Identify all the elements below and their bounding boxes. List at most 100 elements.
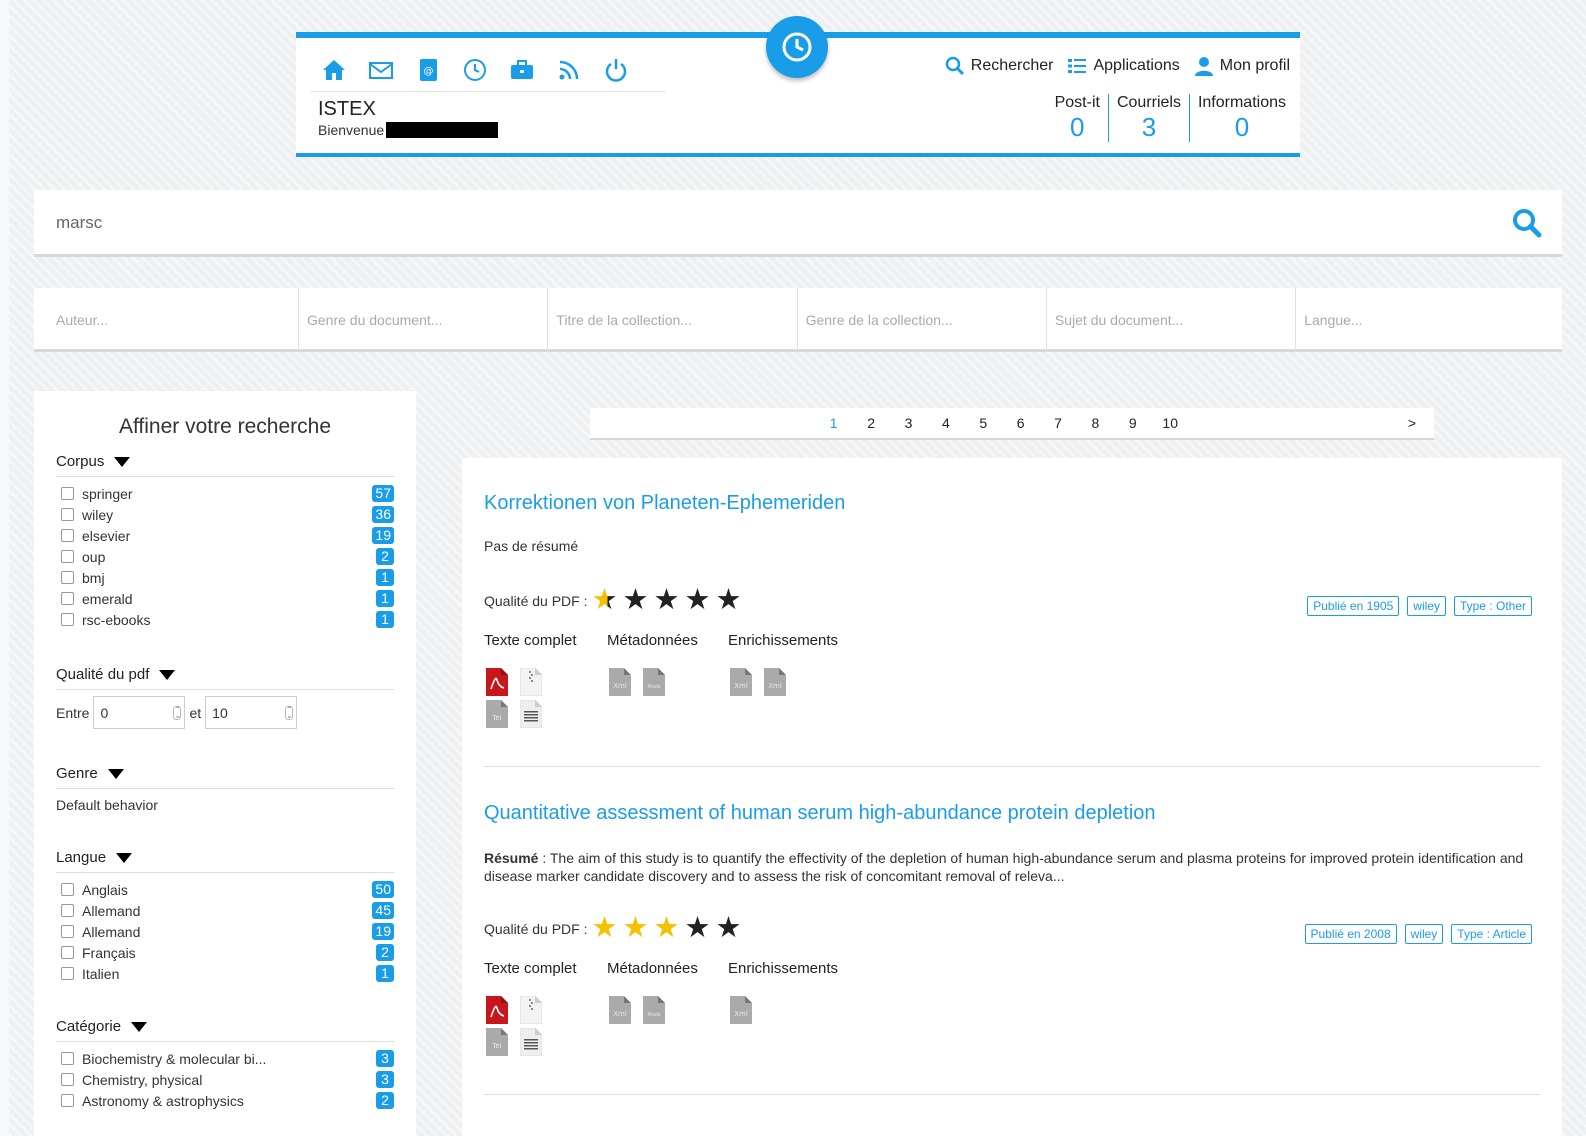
tag-corpus[interactable]: wiley <box>1407 596 1446 616</box>
metadata-heading: Métadonnées <box>607 632 698 649</box>
subject-input[interactable] <box>1054 312 1296 328</box>
xml-icon-label: Xml <box>768 682 782 690</box>
checkbox[interactable] <box>61 946 74 959</box>
collection-title-input[interactable] <box>556 312 797 328</box>
checkbox[interactable] <box>61 1073 74 1086</box>
rss-icon[interactable] <box>545 52 592 88</box>
checkbox[interactable] <box>61 967 74 980</box>
address-book-icon[interactable]: @ <box>404 52 451 88</box>
language-input[interactable] <box>1304 312 1545 328</box>
xml-metadata-icon[interactable]: Xml <box>609 996 631 1024</box>
quality-max-input[interactable]: 10 ⌃ ⌄ <box>205 696 298 729</box>
mods-icon-label: Mods <box>647 684 661 690</box>
tei-icon[interactable]: Tei <box>486 700 508 728</box>
result-item: Quantitative assessment of human serum h… <box>484 802 1540 1092</box>
result-title-link[interactable]: Korrektionen von Planeten-Ephemeriden <box>484 492 1540 515</box>
search-link-label: Rechercher <box>970 57 1054 74</box>
mods-metadata-icon[interactable]: Mods <box>643 996 665 1024</box>
quality-range: Entre 0 ⌃ ⌄ et 10 ⌃ ⌄ <box>56 696 394 729</box>
header-iconbar: @ <box>310 48 666 92</box>
profile-link-label: Mon profil <box>1219 57 1290 74</box>
checkbox[interactable] <box>61 613 74 626</box>
applications-link[interactable]: Applications <box>1067 56 1180 76</box>
facet-corpus-toggle[interactable]: Corpus <box>56 453 394 477</box>
page-link[interactable]: 3 <box>890 415 927 431</box>
checkbox[interactable] <box>61 487 74 500</box>
txt-icon[interactable] <box>520 700 542 728</box>
checkbox[interactable] <box>61 550 74 563</box>
page-link[interactable]: 1 <box>815 415 852 431</box>
briefcase-icon[interactable] <box>498 52 545 88</box>
page-link[interactable]: 7 <box>1039 415 1076 431</box>
checkbox[interactable] <box>61 529 74 542</box>
checkbox[interactable] <box>61 1094 74 1107</box>
xml-enrichment-icon[interactable]: Xml <box>730 668 752 696</box>
facet-quality: Qualité du pdf Entre 0 ⌃ ⌄ et 10 ⌃ ⌄ <box>56 666 394 729</box>
power-icon[interactable] <box>592 52 639 88</box>
list-item: Biochemistry & molecular bi... 3 <box>56 1048 394 1069</box>
counter-postit[interactable]: Post-it 0 <box>1047 94 1108 142</box>
page-link[interactable]: 9 <box>1114 415 1151 431</box>
zip-icon[interactable] <box>520 996 542 1024</box>
search-icon <box>945 56 964 76</box>
page-link[interactable]: 6 <box>1002 415 1039 431</box>
xml-icon-label: Xml <box>734 682 748 690</box>
page-link[interactable]: 5 <box>965 415 1002 431</box>
counter-emails[interactable]: Courriels 3 <box>1107 94 1189 142</box>
clock-icon[interactable] <box>451 52 498 88</box>
pdf-icon[interactable] <box>486 996 508 1024</box>
next-page-button[interactable]: > <box>1408 415 1416 431</box>
facet-item-label: emerald <box>82 590 133 607</box>
search-icon[interactable] <box>1510 206 1544 240</box>
pdf-icon[interactable] <box>486 668 508 696</box>
checkbox[interactable] <box>61 592 74 605</box>
doc-genre-input[interactable] <box>307 312 548 328</box>
spinner-icon[interactable]: ⌃ ⌄ <box>285 706 294 720</box>
tag-type[interactable]: Type : Other <box>1453 596 1532 616</box>
mods-metadata-icon[interactable]: Mods <box>643 668 665 696</box>
zip-icon[interactable] <box>520 668 542 696</box>
spinner-icon[interactable]: ⌃ ⌄ <box>173 706 182 720</box>
page-link[interactable]: 2 <box>852 415 889 431</box>
tei-icon[interactable]: Tei <box>486 1028 508 1056</box>
facet-language-toggle[interactable]: Langue <box>56 849 394 873</box>
counter-informations[interactable]: Informations 0 <box>1188 94 1294 142</box>
xml-enrichment-icon[interactable]: Xml <box>764 668 786 696</box>
checkbox[interactable] <box>61 925 74 938</box>
facet-genre-toggle[interactable]: Genre <box>56 765 394 789</box>
facet-category-toggle[interactable]: Catégorie <box>56 1018 394 1042</box>
list-item: elsevier 19 <box>56 525 394 546</box>
search-input[interactable] <box>56 210 1456 236</box>
page-link[interactable]: 10 <box>1152 415 1189 431</box>
quality-min-input[interactable]: 0 ⌃ ⌄ <box>93 696 186 729</box>
history-clock-button[interactable] <box>766 16 828 78</box>
applications-link-label: Applications <box>1093 57 1180 74</box>
tag-type[interactable]: Type : Article <box>1451 924 1532 944</box>
welcome-label: Bienvenue <box>318 122 385 138</box>
facet-quality-toggle[interactable]: Qualité du pdf <box>56 666 394 690</box>
xml-enrichment-icon[interactable]: Xml <box>730 996 752 1024</box>
xml-metadata-icon[interactable]: Xml <box>609 668 631 696</box>
author-input[interactable] <box>56 312 298 328</box>
checkbox[interactable] <box>61 883 74 896</box>
count-badge: 57 <box>372 485 394 502</box>
tag-corpus[interactable]: wiley <box>1404 924 1444 944</box>
checkbox[interactable] <box>61 508 74 521</box>
tag-publication-year[interactable]: Publié en 1905 <box>1307 596 1400 616</box>
mail-icon[interactable] <box>357 52 404 88</box>
search-link[interactable]: Rechercher <box>945 56 1054 76</box>
tag-publication-year[interactable]: Publié en 2008 <box>1304 924 1397 944</box>
page-link[interactable]: 8 <box>1077 415 1114 431</box>
checkbox[interactable] <box>61 904 74 917</box>
star-icon: ★ <box>684 584 711 616</box>
profile-link[interactable]: Mon profil <box>1194 56 1290 76</box>
collection-genre-input[interactable] <box>805 312 1046 328</box>
filter-collection-title <box>547 288 797 352</box>
checkbox[interactable] <box>61 1052 74 1065</box>
result-title-link[interactable]: Quantitative assessment of human serum h… <box>484 802 1540 825</box>
page-link[interactable]: 4 <box>927 415 964 431</box>
home-icon[interactable] <box>310 52 357 88</box>
checkbox[interactable] <box>61 571 74 584</box>
resource-sections: Texte complet Métadonnées Enrichissement… <box>484 960 838 977</box>
txt-icon[interactable] <box>520 1028 542 1056</box>
